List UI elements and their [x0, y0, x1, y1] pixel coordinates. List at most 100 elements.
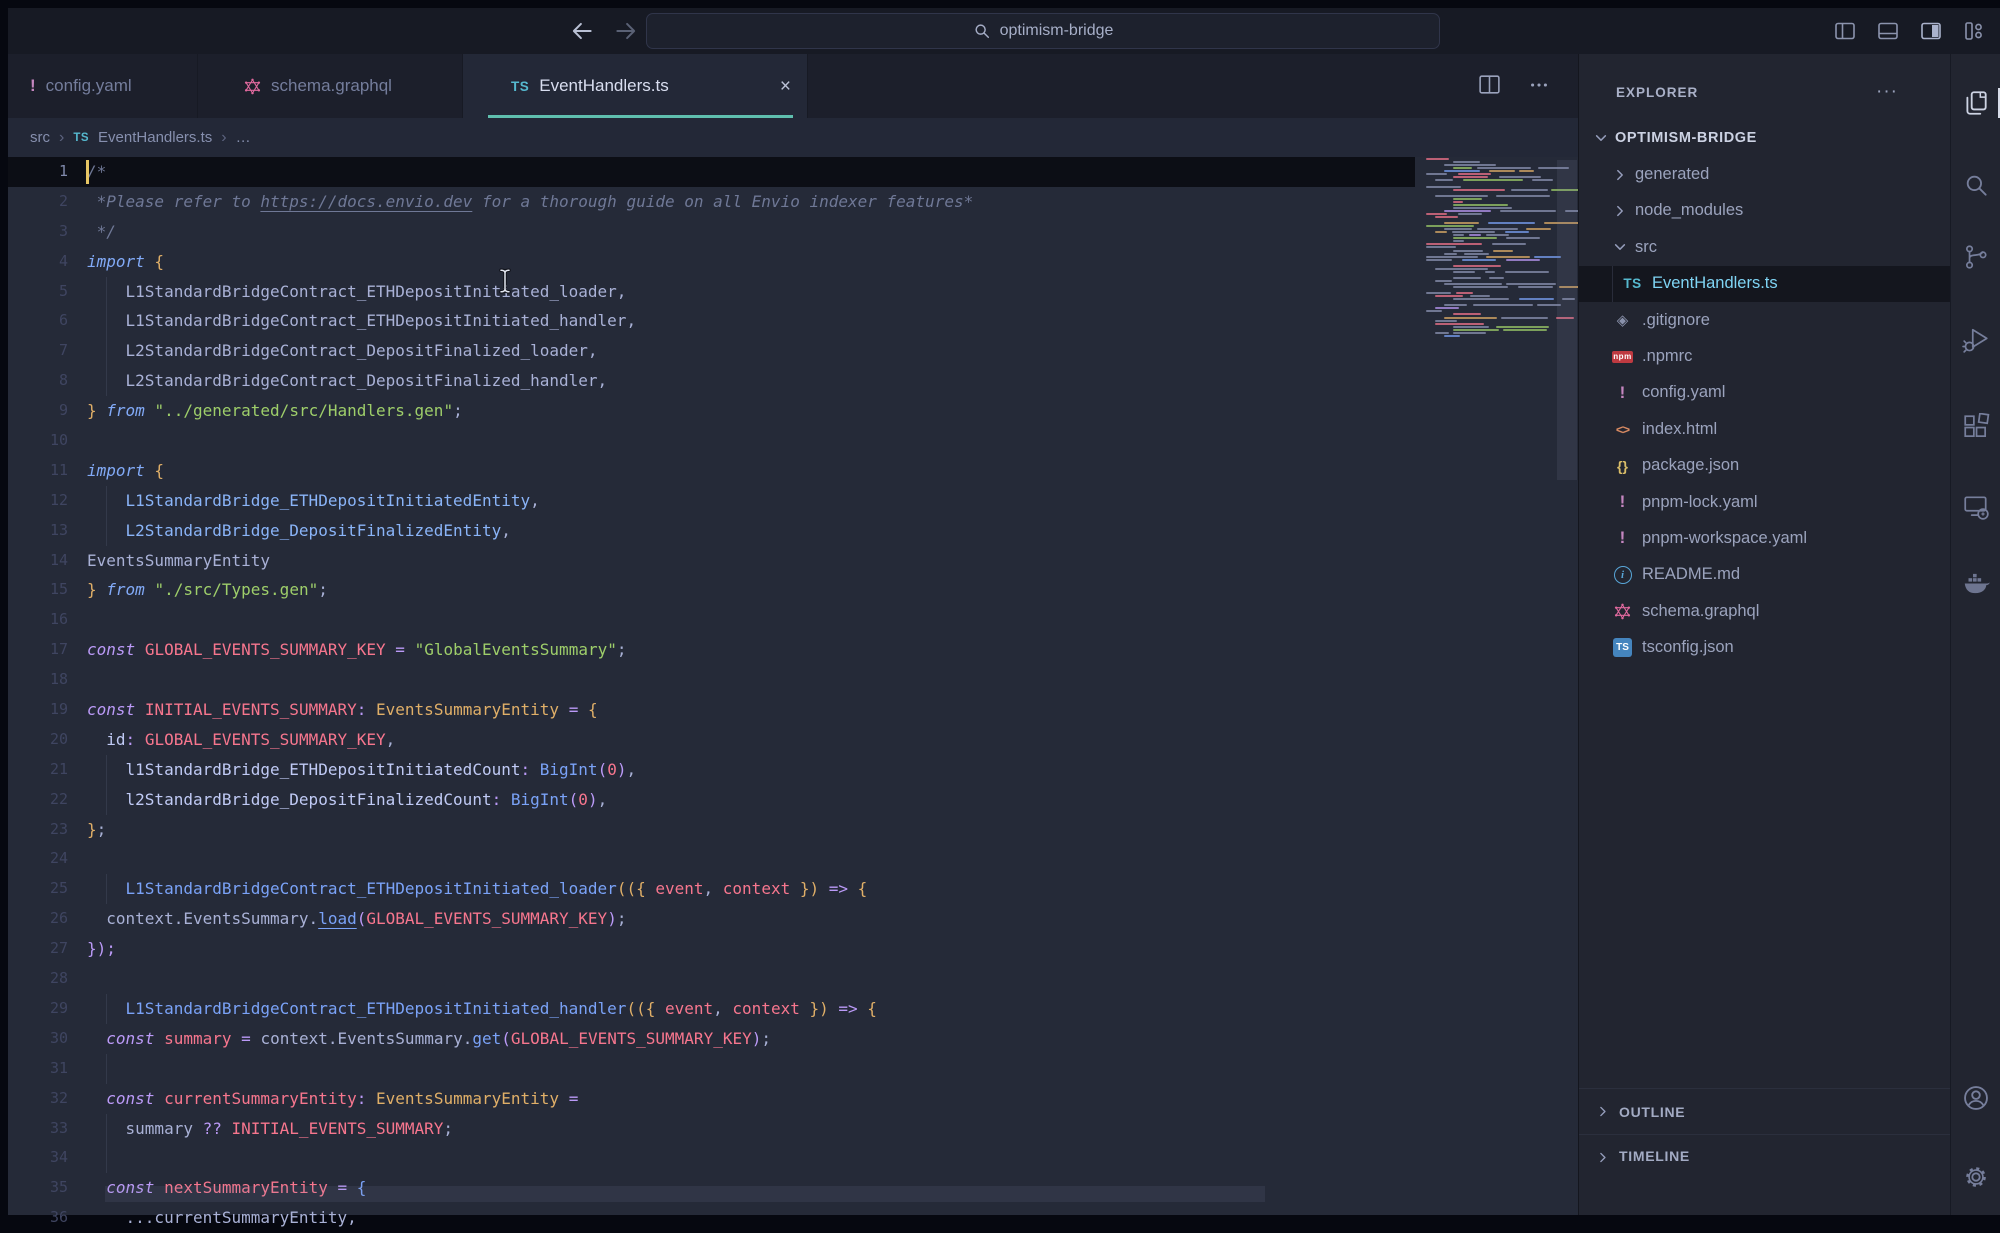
- code-line[interactable]: 16: [8, 605, 1415, 635]
- code-line[interactable]: 15} from "./src/Types.gen";: [8, 575, 1415, 605]
- code-line[interactable]: 20 id: GLOBAL_EVENTS_SUMMARY_KEY,: [8, 725, 1415, 755]
- breadcrumb-folder[interactable]: src: [30, 129, 50, 146]
- breadcrumb[interactable]: src › TS EventHandlers.ts › …: [8, 118, 1578, 157]
- code-line[interactable]: 32 const currentSummaryEntity: EventsSum…: [8, 1084, 1415, 1114]
- code-line[interactable]: 36 ...currentSummaryEntity,: [8, 1203, 1415, 1233]
- code-line[interactable]: 17const GLOBAL_EVENTS_SUMMARY_KEY = "Glo…: [8, 635, 1415, 665]
- command-center-search[interactable]: optimism-bridge: [646, 13, 1440, 49]
- line-number: 22: [8, 785, 68, 815]
- code-line[interactable]: 7 L2StandardBridgeContract_DepositFinali…: [8, 336, 1415, 366]
- item-label: pnpm-workspace.yaml: [1642, 529, 1807, 548]
- line-number: 21: [8, 755, 68, 785]
- code-line[interactable]: 30 const summary = context.EventsSummary…: [8, 1024, 1415, 1054]
- outline-section[interactable]: OUTLINE: [1579, 1088, 1950, 1134]
- code-line[interactable]: 25 L1StandardBridgeContract_ETHDepositIn…: [8, 874, 1415, 904]
- code-line[interactable]: 13 L2StandardBridge_DepositFinalizedEnti…: [8, 516, 1415, 546]
- code-line[interactable]: 28: [8, 964, 1415, 994]
- split-editor-icon[interactable]: [1477, 72, 1502, 97]
- timeline-section[interactable]: TIMELINE: [1579, 1134, 1950, 1215]
- ts-badge-icon: TS: [1613, 638, 1632, 657]
- breadcrumb-file[interactable]: EventHandlers.ts: [98, 129, 212, 146]
- horizontal-scrollbar[interactable]: [105, 1186, 1265, 1202]
- root-label: OPTIMISM-BRIDGE: [1615, 130, 1757, 146]
- code-line[interactable]: 3 */: [8, 217, 1415, 247]
- tree-root-optimism-bridge[interactable]: OPTIMISM-BRIDGE: [1579, 120, 1950, 156]
- file-item-schema.graphql[interactable]: schema.graphql: [1579, 593, 1950, 629]
- account-icon[interactable]: [1961, 1083, 1991, 1113]
- settings-gear-icon[interactable]: [1961, 1162, 1991, 1192]
- nav-forward-icon[interactable]: [612, 17, 640, 45]
- nav-back-icon[interactable]: [568, 17, 596, 45]
- toggle-primary-sidebar-icon[interactable]: [1833, 19, 1857, 43]
- code-line[interactable]: 8 L2StandardBridgeContract_DepositFinali…: [8, 366, 1415, 396]
- explorer-more-icon[interactable]: ···: [1876, 81, 1898, 103]
- yaml-icon: !: [1620, 492, 1626, 512]
- file-item-tsconfig.json[interactable]: TStsconfig.json: [1579, 629, 1950, 665]
- tab-schema.graphql[interactable]: schema.graphql: [198, 54, 463, 118]
- code-line[interactable]: 34: [8, 1143, 1415, 1173]
- toggle-panel-icon[interactable]: [1876, 19, 1900, 43]
- tab-close-icon[interactable]: ×: [780, 77, 791, 96]
- file-item-config.yaml[interactable]: !config.yaml: [1579, 375, 1950, 411]
- code-line[interactable]: 18: [8, 665, 1415, 695]
- activity-bar: [1950, 54, 2000, 1215]
- breadcrumb-more[interactable]: …: [236, 129, 251, 146]
- code-line[interactable]: 27});: [8, 934, 1415, 964]
- line-text: /*: [87, 157, 106, 187]
- code-line[interactable]: 9} from "../generated/src/Handlers.gen";: [8, 396, 1415, 426]
- code-line[interactable]: 29 L1StandardBridgeContract_ETHDepositIn…: [8, 994, 1415, 1024]
- chevron-right-icon: ›: [59, 129, 64, 147]
- code-line[interactable]: 26 context.EventsSummary.load(GLOBAL_EVE…: [8, 904, 1415, 934]
- extensions-icon[interactable]: [1961, 412, 1991, 442]
- code-line[interactable]: 19const INITIAL_EVENTS_SUMMARY: EventsSu…: [8, 695, 1415, 725]
- code-line[interactable]: 31: [8, 1054, 1415, 1084]
- code-line[interactable]: 10: [8, 426, 1415, 456]
- code-line[interactable]: 14EventsSummaryEntity: [8, 546, 1415, 576]
- code-line[interactable]: 1/*: [8, 157, 1415, 187]
- search-icon[interactable]: [1961, 170, 1991, 200]
- code-line[interactable]: 23};: [8, 815, 1415, 845]
- run-and-debug-icon[interactable]: [1961, 325, 1991, 355]
- file-item-README.md[interactable]: iREADME.md: [1579, 557, 1950, 593]
- file-item-pnpm-workspace.yaml[interactable]: !pnpm-workspace.yaml: [1579, 520, 1950, 556]
- code-line[interactable]: 22 l2StandardBridge_DepositFinalizedCoun…: [8, 785, 1415, 815]
- code-line[interactable]: 2 *Please refer to https://docs.envio.de…: [8, 187, 1415, 217]
- code-line[interactable]: 12 L1StandardBridge_ETHDepositInitiatedE…: [8, 486, 1415, 516]
- code-line[interactable]: 24: [8, 844, 1415, 874]
- tab-config.yaml[interactable]: !config.yaml: [8, 54, 198, 118]
- file-item-pnpm-lock.yaml[interactable]: !pnpm-lock.yaml: [1579, 484, 1950, 520]
- code-line[interactable]: 33 summary ?? INITIAL_EVENTS_SUMMARY;: [8, 1114, 1415, 1144]
- toggle-secondary-sidebar-icon[interactable]: [1919, 19, 1943, 43]
- code-line[interactable]: 4import {: [8, 247, 1415, 277]
- source-control-icon[interactable]: [1961, 242, 1991, 272]
- vertical-scrollbar[interactable]: [1557, 160, 1577, 480]
- code-line[interactable]: 11import {: [8, 456, 1415, 486]
- line-number: 29: [8, 994, 68, 1024]
- folder-item-src[interactable]: src: [1579, 229, 1950, 265]
- code-editor[interactable]: 1/*2 *Please refer to https://docs.envio…: [8, 157, 1578, 1233]
- file-item-.gitignore[interactable]: ◈.gitignore: [1579, 302, 1950, 338]
- tab-EventHandlers.ts[interactable]: TSEventHandlers.ts×: [463, 54, 808, 118]
- line-number: 32: [8, 1084, 68, 1114]
- customize-layout-icon[interactable]: [1962, 19, 1986, 43]
- line-text: *Please refer to https://docs.envio.dev …: [87, 187, 973, 217]
- explorer-icon[interactable]: [1961, 88, 1991, 118]
- file-item-package.json[interactable]: {}package.json: [1579, 448, 1950, 484]
- git-icon: ◈: [1617, 311, 1629, 329]
- file-item-EventHandlers.ts[interactable]: TSEventHandlers.ts: [1579, 266, 1950, 302]
- minimap[interactable]: [1422, 152, 1553, 341]
- docker-icon[interactable]: [1961, 568, 1991, 598]
- line-text: const summary = context.EventsSummary.ge…: [87, 1024, 771, 1054]
- folder-item-node_modules[interactable]: node_modules: [1579, 193, 1950, 229]
- more-actions-icon[interactable]: [1528, 74, 1550, 96]
- remote-explorer-icon[interactable]: [1961, 492, 1991, 522]
- code-line[interactable]: 5 L1StandardBridgeContract_ETHDepositIni…: [8, 277, 1415, 307]
- file-item-.npmrc[interactable]: npm.npmrc: [1579, 338, 1950, 374]
- code-line[interactable]: 6 L1StandardBridgeContract_ETHDepositIni…: [8, 306, 1415, 336]
- line-number: 5: [8, 277, 68, 307]
- file-item-index.html[interactable]: <>index.html: [1579, 411, 1950, 447]
- folder-item-generated[interactable]: generated: [1579, 156, 1950, 192]
- line-text: context.EventsSummary.load(GLOBAL_EVENTS…: [87, 904, 626, 934]
- code-line[interactable]: 21 l1StandardBridge_ETHDepositInitiatedC…: [8, 755, 1415, 785]
- line-text: */: [87, 217, 116, 247]
